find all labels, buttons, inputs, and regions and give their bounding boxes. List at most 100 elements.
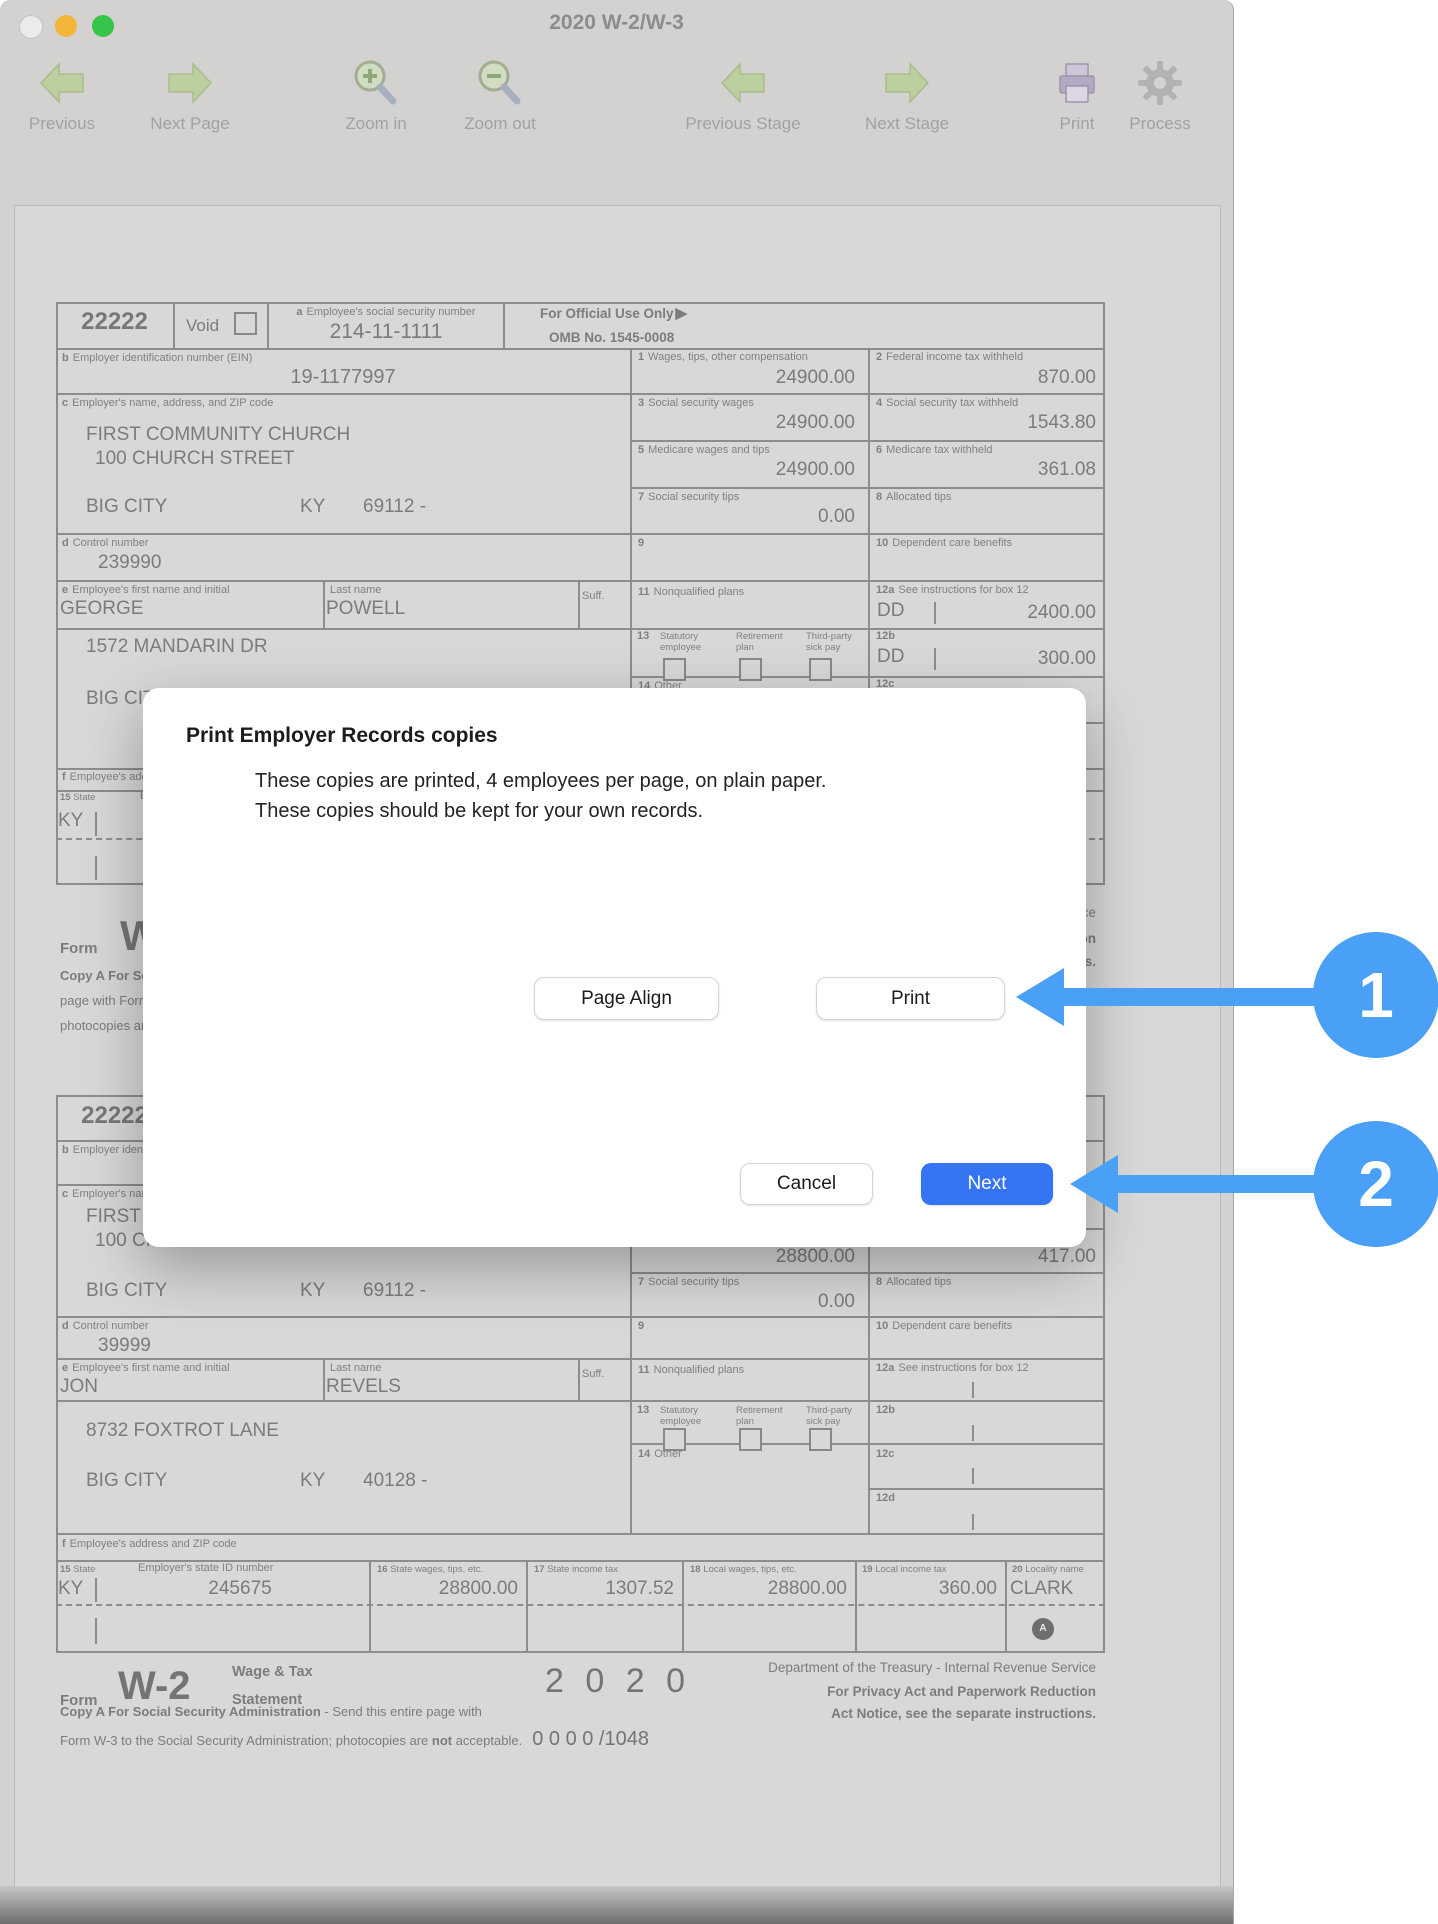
box20-label: 20 Locality name (1012, 1564, 1084, 1575)
locality-badge: A (1032, 1618, 1054, 1640)
control-value: 239990 (98, 552, 161, 574)
employer-label: cEmployer's name, address, and ZIP code (62, 397, 273, 409)
ssn-label: aEmployee's social security number (272, 306, 500, 318)
box12c-label: 12c (876, 1448, 898, 1460)
magnifier-minus-icon (473, 56, 527, 110)
box9-label: 9 (638, 537, 648, 549)
box13-statutory-label: Statutoryemployee (660, 1405, 701, 1428)
box3-value: 24900.00 (640, 412, 855, 434)
magnifier-plus-icon (349, 56, 403, 110)
box5-value: 28800.00 (640, 1246, 855, 1268)
first-name-label: eEmployee's first name and initial (62, 584, 230, 596)
arrow-left-icon (35, 56, 89, 110)
box12a-code: DD (877, 600, 904, 622)
cancel-button[interactable]: Cancel (740, 1163, 873, 1205)
employer-city: BIG CITY (86, 1280, 167, 1302)
toolbar-label: Zoom out (464, 114, 536, 133)
box12b-code: DD (877, 646, 904, 668)
control-value: 39999 (98, 1335, 151, 1357)
box15-value: KY (58, 810, 83, 832)
toolbar-button-next-stage[interactable]: Next Stage (837, 56, 977, 134)
toolbar-button-previous[interactable]: Previous (0, 56, 132, 134)
box19-label: 19 Local income tax (862, 1564, 947, 1575)
last-name-label: Last name (330, 584, 381, 596)
box4-value: 1543.80 (880, 412, 1096, 434)
suffix-label: Suff. (582, 1368, 604, 1380)
box13-statutory-label: Statutoryemployee (660, 631, 701, 654)
employer-street: 100 CHURCH STREET (95, 448, 295, 470)
box7-value: 0.00 (640, 1291, 855, 1313)
dialog-body-line1: These copies are printed, 4 employees pe… (255, 770, 826, 793)
box12b-label: 12b (876, 630, 899, 642)
box13-label: 13 (637, 630, 649, 643)
ein-value: 19-1177997 (56, 366, 630, 389)
employer-city: BIG CITY (86, 496, 167, 518)
arrow-left-icon (716, 56, 770, 110)
toolbar-button-process[interactable]: Process (1090, 56, 1230, 134)
screen: 2020 W-2/W-3 Previous Next Page Zoom in … (0, 0, 1438, 1924)
toolbar-button-previous-stage[interactable]: Previous Stage (673, 56, 813, 134)
box12a-label: 12aSee instructions for box 12 (876, 1362, 1029, 1374)
box8-label: 8Allocated tips (876, 491, 952, 503)
sickpay-checkbox (809, 1428, 832, 1451)
retirement-checkbox (739, 658, 762, 681)
tax-year: 2 0 2 0 (545, 1662, 691, 1701)
box1-value: 24900.00 (640, 367, 855, 389)
box11-label: 11Nonqualified plans (638, 1364, 744, 1376)
employer-state: KY (300, 1280, 325, 1302)
ein-label: bEmployer identification number (EIN) (62, 352, 252, 364)
retirement-checkbox (739, 1428, 762, 1451)
box17-label: 17 State income tax (534, 1564, 618, 1575)
last-name-label: Last name (330, 1362, 381, 1374)
box13-label: 13 (637, 1404, 649, 1417)
box13-sickpay-label: Third-partysick pay (806, 631, 852, 654)
employee-state: KY (300, 1470, 325, 1492)
annotation-arrow-1-shaft (1062, 988, 1330, 1006)
box2-label: 2Federal income tax withheld (876, 351, 1023, 363)
toolbar-button-zoom-out[interactable]: Zoom out (430, 56, 570, 134)
form-code: 22222 (56, 308, 173, 336)
employer-state: KY (300, 496, 325, 518)
first-name-value: GEORGE (60, 598, 143, 620)
box9-label: 9 (638, 1320, 648, 1332)
void-label: Void (186, 316, 219, 336)
privacy-line1: For Privacy Act and Paperwork Reduction (696, 1684, 1096, 1699)
print-button[interactable]: Print (816, 977, 1005, 1020)
dialog-body-line2: These copies should be kept for your own… (255, 800, 703, 823)
box7-label: 7Social security tips (638, 491, 739, 503)
page-align-button[interactable]: Page Align (534, 977, 719, 1020)
employee-street: 1572 MANDARIN DR (86, 636, 268, 658)
box15-value: KY (58, 1578, 83, 1600)
right-triangle-icon: ▶ (676, 305, 688, 322)
toolbar-button-zoom-in[interactable]: Zoom in (306, 56, 446, 134)
control-label: dControl number (62, 1320, 149, 1332)
employee-zip: 40128 - (363, 1470, 427, 1492)
box5-value: 24900.00 (640, 459, 855, 481)
toolbar-label: Previous (29, 114, 95, 133)
toolbar-label: Next Page (150, 114, 229, 133)
box12b-value: 300.00 (930, 648, 1096, 670)
form-number: W-2 (118, 1664, 191, 1709)
box5-label: 5Medicare wages and tips (638, 444, 770, 456)
box2-value: 870.00 (880, 367, 1096, 389)
ssn-value: 214-11-1111 (272, 320, 500, 344)
toolbar-label: Next Stage (865, 114, 949, 133)
void-checkbox (234, 312, 257, 335)
statutory-checkbox (663, 1428, 686, 1451)
gear-icon (1133, 56, 1187, 110)
box7-value: 0.00 (640, 506, 855, 528)
control-label: dControl number (62, 537, 149, 549)
box8-label: 8Allocated tips (876, 1276, 952, 1288)
box11-label: 11Nonqualified plans (638, 586, 744, 598)
privacy-line2: Act Notice, see the separate instruction… (696, 1706, 1096, 1721)
form-word: Form (60, 940, 98, 957)
employer-name: FIRST COMMUNITY CHURCH (86, 424, 350, 446)
sickpay-checkbox (809, 658, 832, 681)
toolbar-button-next-page[interactable]: Next Page (120, 56, 260, 134)
box1-label: 1Wages, tips, other compensation (638, 351, 808, 363)
next-button[interactable]: Next (921, 1163, 1053, 1205)
annotation-arrow-2-shaft (1116, 1175, 1330, 1193)
box18-label: 18 Local wages, tips, etc. (690, 1564, 797, 1575)
annotation-step-1: 1 (1313, 932, 1438, 1058)
box7-label: 7Social security tips (638, 1276, 739, 1288)
